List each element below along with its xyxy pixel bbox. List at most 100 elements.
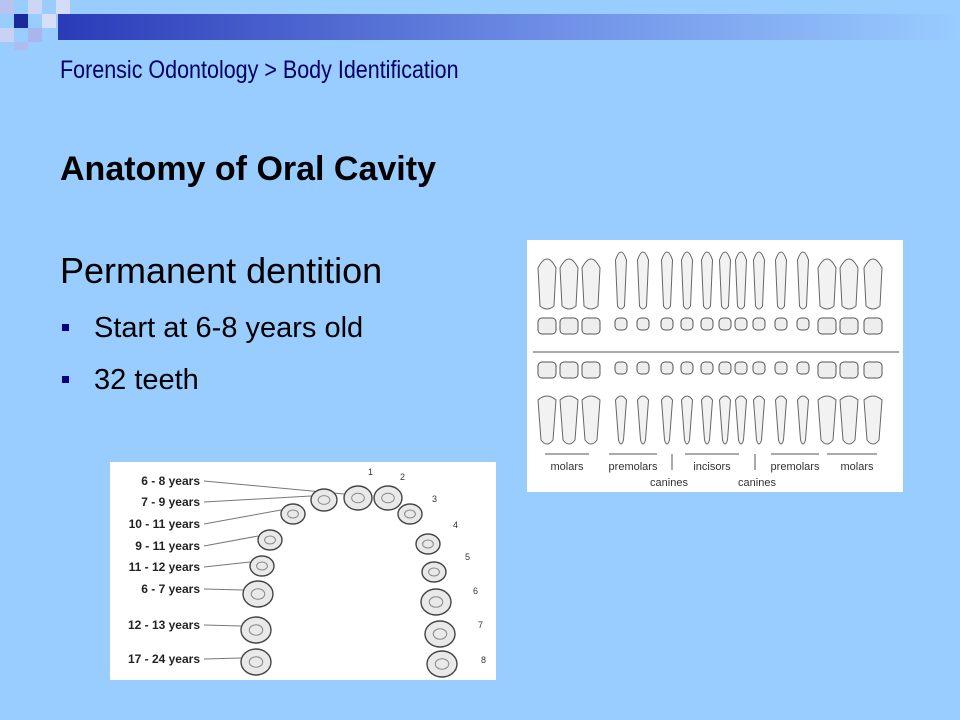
occlusal-view-icon xyxy=(700,317,714,331)
occlusal-view-icon xyxy=(680,317,694,331)
occlusal-view-icon xyxy=(817,361,837,379)
occlusal-view-icon xyxy=(796,361,810,375)
tooth-icon xyxy=(415,533,441,555)
lower-tooth-icon xyxy=(839,395,859,445)
upper-tooth-icon xyxy=(614,251,628,310)
tooth-icon xyxy=(249,555,275,577)
deco-square xyxy=(14,42,28,50)
lower-tooth-icon xyxy=(537,395,557,445)
deco-square xyxy=(28,0,42,14)
occlusal-view-icon xyxy=(839,317,859,335)
tooth-icon xyxy=(420,588,452,616)
upper-tooth-icon xyxy=(774,251,788,310)
age-label: 11 - 12 years xyxy=(129,560,201,574)
occlusal-view-icon xyxy=(680,361,694,375)
label-canines: canines xyxy=(738,477,776,489)
upper-tooth-icon xyxy=(734,251,748,310)
occlusal-view-icon xyxy=(839,361,859,379)
bullet-square-icon xyxy=(62,324,69,331)
leader-line xyxy=(203,657,242,660)
age-label: 17 - 24 years xyxy=(128,652,200,666)
tooth-number: 1 xyxy=(368,467,373,477)
occlusal-view-icon xyxy=(581,317,601,335)
header-decoration xyxy=(0,0,960,50)
leader-line xyxy=(203,624,242,627)
occlusal-view-icon xyxy=(537,361,557,379)
tooth-icon xyxy=(343,485,373,511)
label-incisors: incisors xyxy=(693,461,731,473)
age-label: 7 - 9 years xyxy=(141,495,200,509)
occlusal-view-icon xyxy=(581,361,601,379)
tooth-number: 7 xyxy=(478,620,483,630)
leader-line xyxy=(203,495,312,503)
upper-tooth-icon xyxy=(700,251,714,310)
tooth-icon xyxy=(426,650,458,678)
lower-tooth-icon xyxy=(559,395,579,445)
eruption-chart-image: 6 - 8 years 7 - 9 years 10 - 11 years 9 … xyxy=(110,462,496,680)
label-molars: molars xyxy=(840,461,874,473)
occlusal-view-icon xyxy=(774,317,788,331)
tooth-icon xyxy=(310,488,338,512)
occlusal-view-icon xyxy=(636,317,650,331)
bullet-item: 32 teeth xyxy=(60,362,363,414)
bullet-list: Start at 6-8 years old 32 teeth xyxy=(60,310,363,414)
lower-tooth-icon xyxy=(700,395,714,445)
occlusal-view-icon xyxy=(559,317,579,335)
occlusal-view-icon xyxy=(863,361,883,379)
deco-square xyxy=(56,0,70,14)
tooth-chart-image: molars premolars incisors premolars mola… xyxy=(527,240,903,492)
upper-tooth-icon xyxy=(863,258,883,310)
occlusal-view-icon xyxy=(700,361,714,375)
lower-tooth-icon xyxy=(734,395,748,445)
tooth-icon xyxy=(424,620,456,648)
tooth-icon xyxy=(257,529,283,551)
tooth-icon xyxy=(242,580,274,608)
occlusal-view-icon xyxy=(817,317,837,335)
eruption-chart-drawing: 6 - 8 years 7 - 9 years 10 - 11 years 9 … xyxy=(128,467,486,678)
occlusal-view-icon xyxy=(796,317,810,331)
occlusal-view-icon xyxy=(774,361,788,375)
slide-title: Anatomy of Oral Cavity xyxy=(60,150,436,188)
lower-tooth-icon xyxy=(774,395,788,445)
deco-square xyxy=(14,14,28,28)
upper-tooth-icon xyxy=(581,258,601,310)
leader-line xyxy=(203,535,259,547)
lower-tooth-icon xyxy=(581,395,601,445)
lower-tooth-icon xyxy=(680,395,694,445)
upper-tooth-icon xyxy=(636,251,650,310)
age-label: 6 - 7 years xyxy=(141,582,200,596)
deco-square xyxy=(0,0,14,14)
leader-line xyxy=(203,509,282,525)
occlusal-view-icon xyxy=(718,317,732,331)
occlusal-view-icon xyxy=(559,361,579,379)
age-label: 9 - 11 years xyxy=(135,539,200,553)
occlusal-view-icon xyxy=(752,361,766,375)
breadcrumb: Forensic Odontology > Body Identificatio… xyxy=(60,56,459,84)
tooth-icon xyxy=(397,503,423,525)
occlusal-view-icon xyxy=(752,317,766,331)
upper-tooth-icon xyxy=(752,251,766,310)
deco-square xyxy=(42,14,56,28)
occlusal-view-icon xyxy=(614,361,628,375)
bullet-square-icon xyxy=(62,376,69,383)
occlusal-view-icon xyxy=(660,317,674,331)
occlusal-view-icon xyxy=(734,361,748,375)
lower-tooth-icon xyxy=(863,395,883,445)
leader-line xyxy=(203,588,244,591)
tooth-number: 4 xyxy=(453,520,458,530)
upper-tooth-icon xyxy=(559,258,579,310)
lower-tooth-icon xyxy=(796,395,810,445)
upper-tooth-icon xyxy=(718,251,732,310)
label-canines: canines xyxy=(650,477,688,489)
tooth-number: 6 xyxy=(473,586,478,596)
lower-tooth-icon xyxy=(660,395,674,445)
upper-tooth-icon xyxy=(796,251,810,310)
age-label: 12 - 13 years xyxy=(128,618,200,632)
section-heading: Permanent dentition xyxy=(60,250,383,291)
label-molars: molars xyxy=(550,461,584,473)
occlusal-view-icon xyxy=(537,317,557,335)
occlusal-view-icon xyxy=(614,317,628,331)
upper-tooth-icon xyxy=(537,258,557,310)
lower-tooth-icon xyxy=(614,395,628,445)
tooth-icon xyxy=(421,561,447,583)
